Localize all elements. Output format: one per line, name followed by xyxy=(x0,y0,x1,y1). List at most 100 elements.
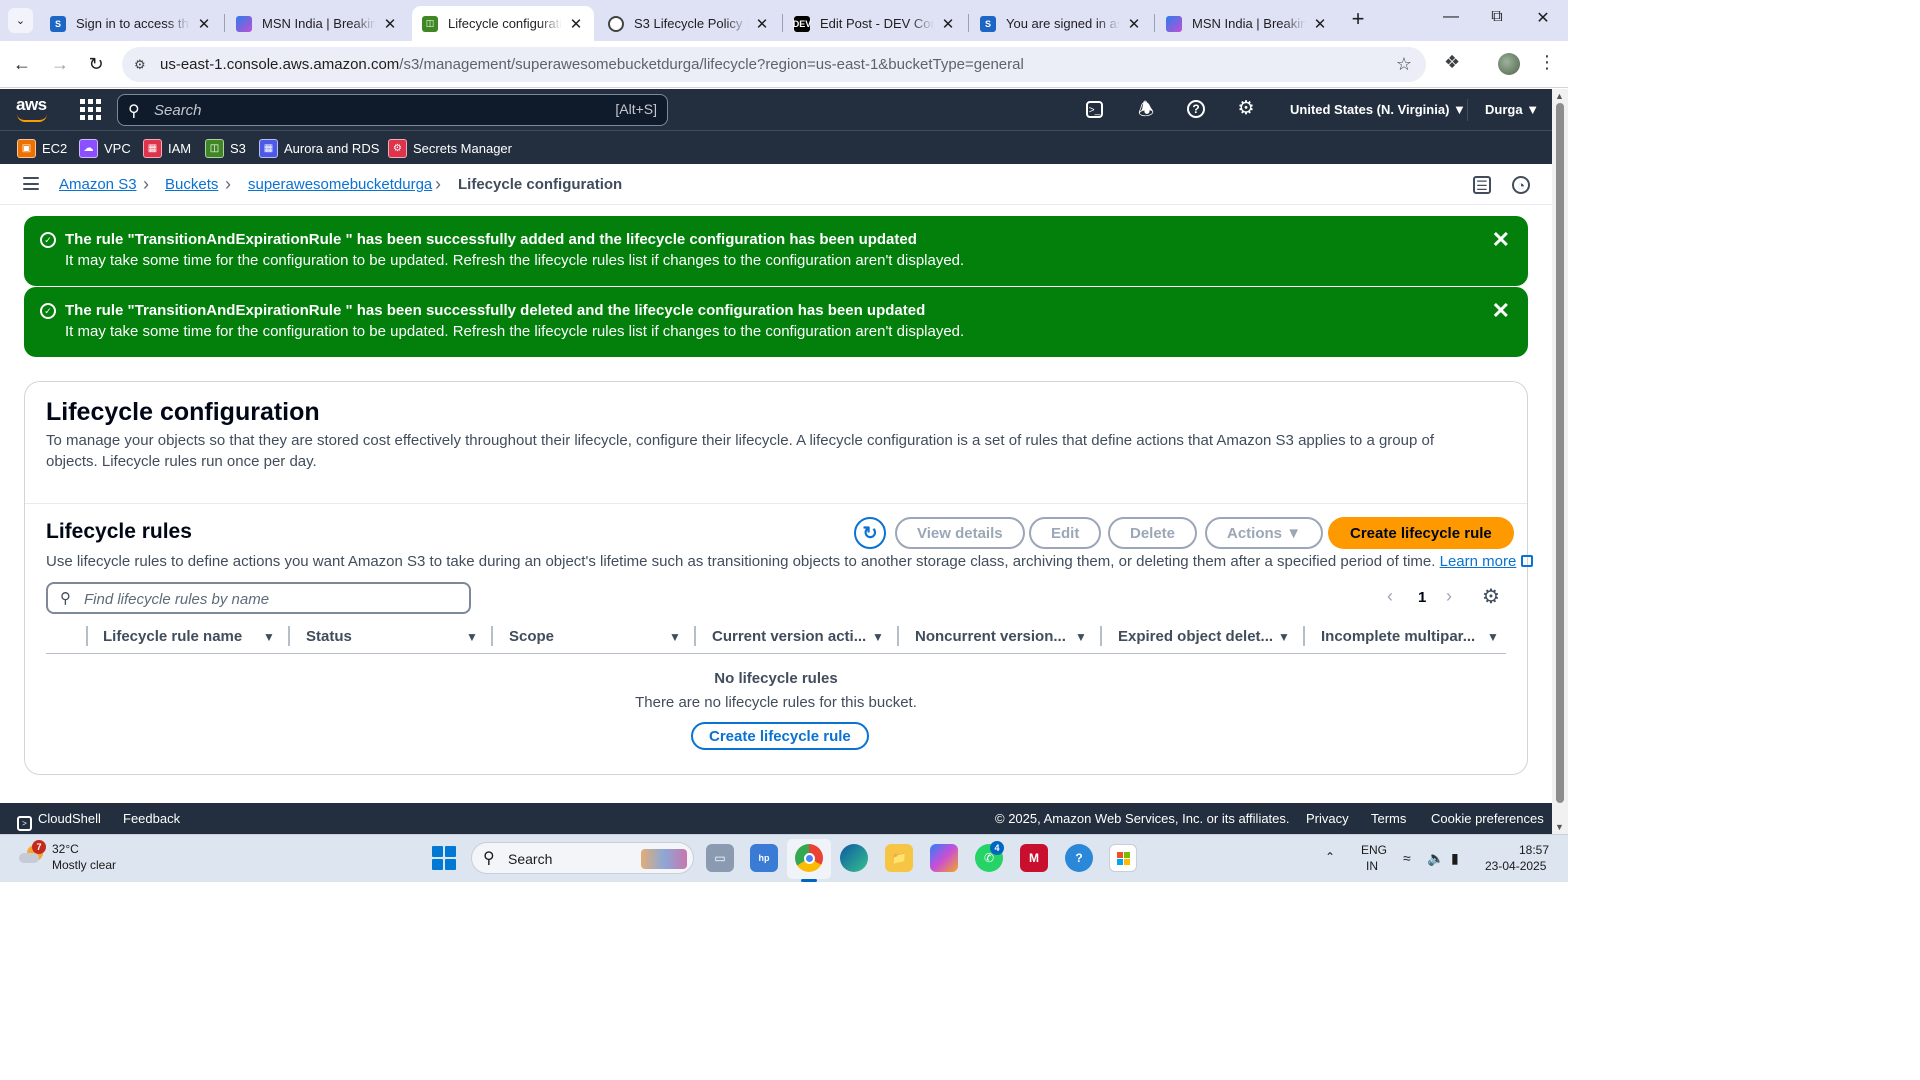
volume-icon[interactable]: 🔈 xyxy=(1427,850,1444,867)
notifications-bell-icon[interactable]: 🕭 xyxy=(1136,99,1156,119)
browser-tab[interactable]: MSN India | Breaking News ✕ xyxy=(1156,6,1338,41)
minimize-icon[interactable]: — xyxy=(1428,8,1474,32)
tab-close-icon[interactable]: ✕ xyxy=(940,15,956,33)
tab-close-icon[interactable]: ✕ xyxy=(1312,15,1328,33)
extensions-puzzle-icon[interactable]: ❖ xyxy=(1444,52,1460,73)
tab-search-chevron-icon[interactable]: ⌄ xyxy=(8,8,33,33)
tab-close-icon[interactable]: ✕ xyxy=(568,15,584,33)
tab-close-icon[interactable]: ✕ xyxy=(196,15,212,33)
tab-close-icon[interactable]: ✕ xyxy=(382,15,398,33)
back-arrow-icon[interactable]: ← xyxy=(10,52,34,76)
browser-menu-icon[interactable]: ⋮ xyxy=(1538,52,1556,73)
tools-clock-icon[interactable]: ◔ xyxy=(1512,176,1530,194)
side-nav-menu-icon[interactable] xyxy=(23,177,39,190)
dismiss-close-icon[interactable]: ✕ xyxy=(1492,300,1510,322)
browser-tab-active[interactable]: ◫ Lifecycle configuration ✕ xyxy=(412,6,594,41)
browser-tab[interactable]: S3 Lifecycle Policy Implementation ✕ xyxy=(598,6,780,41)
aws-search-input[interactable] xyxy=(154,100,554,120)
refresh-button[interactable]: ↻ xyxy=(854,517,886,549)
favorite-s3[interactable]: ◫ S3 xyxy=(205,137,246,159)
window-close-icon[interactable]: ✕ xyxy=(1520,8,1566,32)
sort-caret-icon[interactable]: ▼ xyxy=(872,630,884,644)
copilot-icon[interactable] xyxy=(930,844,958,872)
task-view-icon[interactable]: ▭ xyxy=(706,844,734,872)
weather-temperature[interactable]: 32°C xyxy=(52,842,79,856)
page-scrollbar[interactable]: ▲ ▼ xyxy=(1552,89,1568,834)
browser-tab[interactable]: MSN India | Breaking News ✕ xyxy=(226,6,408,41)
tab-close-icon[interactable]: ✕ xyxy=(1126,15,1142,33)
column-header-incomplete-multipart[interactable]: Incomplete multipar... xyxy=(1321,628,1475,648)
browser-tab[interactable]: S You are signed in as user ✕ xyxy=(970,6,1152,41)
sort-caret-icon[interactable]: ▼ xyxy=(1075,630,1087,644)
profile-avatar[interactable] xyxy=(1498,53,1520,75)
actions-dropdown-button[interactable]: Actions ▼ xyxy=(1205,517,1324,549)
wifi-icon[interactable]: ≈ xyxy=(1403,850,1411,866)
cloudshell-icon[interactable]: >_ xyxy=(1086,101,1103,118)
clock-date[interactable]: 23-04-2025 xyxy=(1485,859,1546,873)
view-details-button[interactable]: View details xyxy=(895,517,1025,549)
scrollbar-thumb[interactable] xyxy=(1556,103,1564,803)
mcafee-icon[interactable]: M xyxy=(1020,844,1048,872)
column-header-current-version[interactable]: Current version acti... xyxy=(712,628,866,648)
site-settings-icon[interactable]: ⚙ xyxy=(134,57,146,73)
table-preferences-gear-icon[interactable]: ⚙ xyxy=(1482,587,1500,607)
browser-tab[interactable]: DEV Edit Post - DEV Community ✕ xyxy=(784,6,966,41)
breadcrumb-amazon-s3[interactable]: Amazon S3 xyxy=(59,176,137,193)
empty-create-lifecycle-rule-button[interactable]: Create lifecycle rule xyxy=(691,722,869,750)
new-tab-plus-icon[interactable]: + xyxy=(1346,8,1370,32)
get-help-icon[interactable]: ? xyxy=(1065,844,1093,872)
language-region[interactable]: IN xyxy=(1366,859,1378,873)
favorite-iam[interactable]: ▦ IAM xyxy=(143,137,191,159)
pagination-next-icon[interactable]: › xyxy=(1446,586,1452,607)
column-header-rule-name[interactable]: Lifecycle rule name xyxy=(103,628,242,648)
cloudshell-link[interactable]: > CloudShell xyxy=(17,811,101,831)
aws-search-box[interactable]: ⚲ [Alt+S] xyxy=(117,94,668,126)
filter-box[interactable]: ⚲ xyxy=(46,582,471,614)
battery-icon[interactable]: ▮ xyxy=(1451,850,1459,867)
help-icon[interactable]: ? xyxy=(1187,100,1205,118)
pagination-prev-icon[interactable]: ‹ xyxy=(1387,586,1393,607)
learn-more-link[interactable]: Learn more xyxy=(1440,553,1517,570)
terms-link[interactable]: Terms xyxy=(1371,811,1406,826)
forward-arrow-icon[interactable]: → xyxy=(48,52,72,76)
browser-tab[interactable]: S Sign in to access this site ✕ xyxy=(40,6,222,41)
reload-icon[interactable]: ↻ xyxy=(84,52,108,76)
windows-start-icon[interactable] xyxy=(432,846,456,870)
dismiss-close-icon[interactable]: ✕ xyxy=(1492,229,1510,251)
column-header-expired-object[interactable]: Expired object delet... xyxy=(1118,628,1273,648)
favorite-vpc[interactable]: ☁ VPC xyxy=(79,137,131,159)
scroll-down-icon[interactable]: ▼ xyxy=(1555,822,1564,832)
favorite-secrets-manager[interactable]: ⚙ Secrets Manager xyxy=(388,137,512,159)
info-panel-icon[interactable]: ☰ xyxy=(1473,176,1491,194)
taskbar-search[interactable]: ⚲ Search xyxy=(471,842,694,874)
breadcrumb-bucket[interactable]: superawesomebucketdurga xyxy=(248,176,432,193)
weather-condition[interactable]: Mostly clear xyxy=(52,858,116,872)
delete-button[interactable]: Delete xyxy=(1108,517,1198,549)
sort-caret-icon[interactable]: ▼ xyxy=(263,630,275,644)
column-header-scope[interactable]: Scope xyxy=(509,628,554,648)
services-grid-icon[interactable] xyxy=(80,99,101,120)
cookie-preferences-link[interactable]: Cookie preferences xyxy=(1431,811,1544,826)
tray-overflow-chevron-icon[interactable]: ⌃ xyxy=(1325,850,1335,864)
breadcrumb-buckets[interactable]: Buckets xyxy=(165,176,218,193)
aws-logo[interactable]: aws xyxy=(16,95,50,123)
column-header-noncurrent-version[interactable]: Noncurrent version... xyxy=(915,628,1066,648)
microsoft-store-icon[interactable] xyxy=(1109,844,1137,872)
edit-button[interactable]: Edit xyxy=(1029,517,1102,549)
tab-close-icon[interactable]: ✕ xyxy=(754,15,770,33)
chrome-icon[interactable] xyxy=(795,844,823,872)
privacy-link[interactable]: Privacy xyxy=(1306,811,1349,826)
create-lifecycle-rule-button[interactable]: Create lifecycle rule xyxy=(1328,517,1514,549)
favorite-ec2[interactable]: ▣ EC2 xyxy=(17,137,67,159)
account-menu[interactable]: Durga ▼ xyxy=(1485,102,1539,117)
settings-gear-icon[interactable]: ⚙ xyxy=(1236,99,1256,119)
clock-time[interactable]: 18:57 xyxy=(1519,843,1549,857)
address-bar[interactable]: ⚙ us-east-1.console.aws.amazon.com/s3/ma… xyxy=(122,47,1426,82)
hp-app-icon[interactable]: hp xyxy=(750,844,778,872)
pagination-page-number[interactable]: 1 xyxy=(1418,589,1426,606)
file-explorer-icon[interactable]: 📁 xyxy=(885,844,913,872)
feedback-link[interactable]: Feedback xyxy=(123,811,180,826)
sort-caret-icon[interactable]: ▼ xyxy=(1487,630,1499,644)
url-text[interactable]: us-east-1.console.aws.amazon.com/s3/mana… xyxy=(160,56,1024,73)
favorite-aurora-rds[interactable]: ▦ Aurora and RDS xyxy=(259,137,379,159)
